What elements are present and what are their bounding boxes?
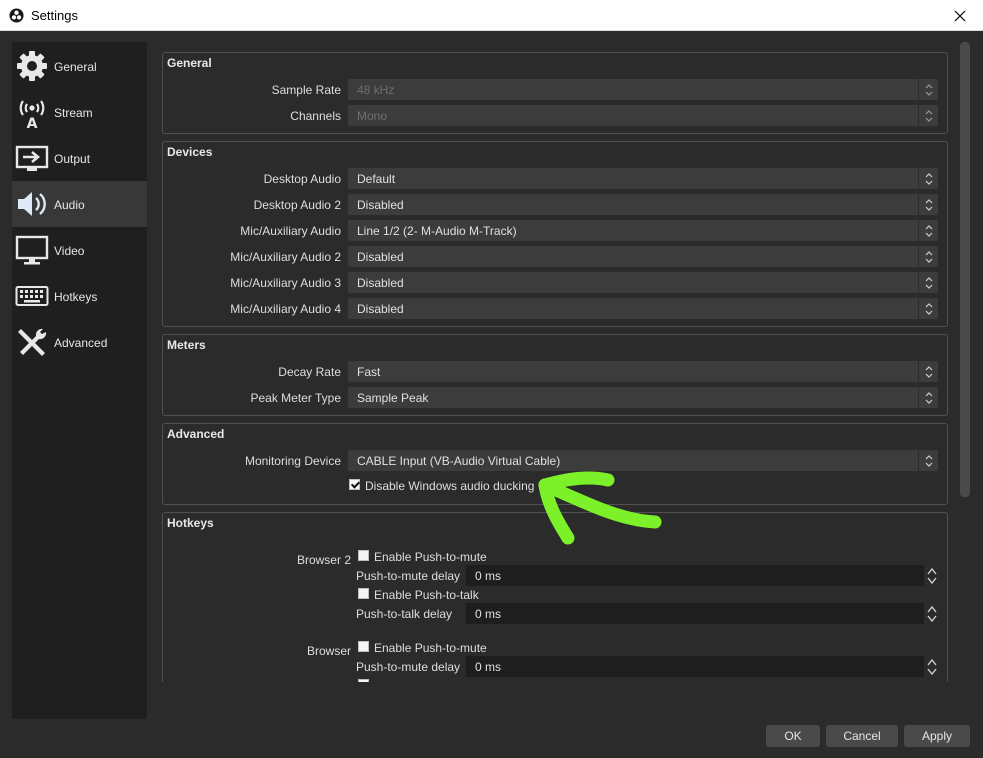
monitoring-device-label: Monitoring Device <box>244 454 341 468</box>
group-title: Devices <box>167 145 213 159</box>
sidebar-item-label: Video <box>54 244 85 258</box>
group-title: Hotkeys <box>167 516 214 530</box>
device-label: Mic/Auxiliary Audio 4 <box>230 302 341 316</box>
group-general: General Sample Rate 48 kHz Channels Mono <box>162 52 948 134</box>
gear-icon <box>17 51 47 81</box>
group-advanced: Advanced Monitoring Device CABLE Input (… <box>162 423 948 505</box>
sidebar-item-general[interactable]: General <box>12 43 147 89</box>
group-hotkeys: Hotkeys Browser 2 Enable Push-to-mute Pu… <box>162 512 948 682</box>
window-title: Settings <box>31 8 78 23</box>
sidebar-item-output[interactable]: Output <box>12 135 147 181</box>
sidebar-item-label: General <box>54 60 97 74</box>
combo-arrows-icon <box>918 361 938 382</box>
content-scrollbar[interactable] <box>960 42 970 682</box>
sidebar-item-hotkeys[interactable]: Hotkeys <box>12 273 147 319</box>
push-to-talk-checkbox[interactable] <box>358 679 369 682</box>
group-title: Meters <box>167 338 206 352</box>
mic-aux-audio-2-select[interactable]: Disabled <box>348 246 938 267</box>
monitoring-device-select[interactable]: CABLE Input (VB-Audio Virtual Cable) <box>348 450 938 471</box>
settings-sidebar: General A Stream Output Audio Video Hotk… <box>12 42 147 719</box>
hotkey-source-name: Browser <box>306 644 351 658</box>
sidebar-item-stream[interactable]: A Stream <box>12 89 147 135</box>
output-icon <box>15 145 49 171</box>
channels-select[interactable]: Mono <box>348 105 938 126</box>
combo-arrows-icon <box>918 79 938 100</box>
device-label: Mic/Auxiliary Audio <box>240 224 341 238</box>
broadcast-icon: A <box>19 100 45 129</box>
decay-rate-label: Decay Rate <box>278 365 341 379</box>
scrollbar-thumb[interactable] <box>960 42 970 497</box>
close-icon <box>954 10 966 21</box>
sidebar-item-audio[interactable]: Audio <box>12 181 147 227</box>
mic-aux-audio-select[interactable]: Line 1/2 (2- M-Audio M-Track) <box>348 220 938 241</box>
push-to-talk-checkbox[interactable] <box>358 588 369 599</box>
cancel-button[interactable]: Cancel <box>826 725 898 747</box>
sidebar-item-label: Hotkeys <box>54 290 98 304</box>
push-to-mute-checkbox[interactable] <box>358 641 369 652</box>
push-to-mute-delay-label: Push-to-mute delay <box>356 660 461 674</box>
push-to-mute-delay-input[interactable]: 0 ms <box>466 565 940 586</box>
sidebar-item-label: Audio <box>54 198 85 212</box>
spin-arrows-icon[interactable] <box>924 656 940 677</box>
ok-button[interactable]: OK <box>766 725 820 747</box>
disable-ducking-label[interactable]: Disable Windows audio ducking <box>365 479 534 493</box>
device-label: Mic/Auxiliary Audio 2 <box>230 250 341 264</box>
device-label: Desktop Audio 2 <box>253 198 341 212</box>
group-title: Advanced <box>167 427 225 441</box>
combo-arrows-icon <box>918 387 938 408</box>
push-to-mute-delay-input[interactable]: 0 ms <box>466 656 940 677</box>
combo-arrows-icon <box>918 450 938 471</box>
combo-arrows-icon <box>918 298 938 319</box>
push-to-talk-delay-label: Push-to-talk delay <box>356 607 453 621</box>
push-to-mute-label[interactable]: Enable Push-to-mute <box>374 641 487 655</box>
push-to-mute-label[interactable]: Enable Push-to-mute <box>374 550 487 564</box>
combo-arrows-icon <box>918 168 938 189</box>
push-to-talk-delay-input[interactable]: 0 ms <box>466 603 940 624</box>
combo-arrows-icon <box>918 246 938 267</box>
device-label: Desktop Audio <box>263 172 341 186</box>
decay-rate-select[interactable]: Fast <box>348 361 938 382</box>
group-title: General <box>167 56 212 70</box>
spin-arrows-icon[interactable] <box>924 565 940 586</box>
sample-rate-label: Sample Rate <box>271 83 341 97</box>
keyboard-icon <box>15 286 49 306</box>
close-button[interactable] <box>937 0 983 31</box>
combo-arrows-icon <box>918 220 938 241</box>
title-bar: Settings <box>0 0 983 31</box>
device-label: Mic/Auxiliary Audio 3 <box>230 276 341 290</box>
monitor-icon <box>15 235 49 265</box>
sidebar-item-label: Output <box>54 152 91 166</box>
settings-content: General Sample Rate 48 kHz Channels Mono… <box>152 42 957 682</box>
desktop-audio-select[interactable]: Default <box>348 168 938 189</box>
sidebar-item-label: Stream <box>54 106 93 120</box>
push-to-mute-delay-label: Push-to-mute delay <box>356 569 461 583</box>
push-to-talk-label[interactable]: Enable Push-to-talk <box>374 588 479 602</box>
mic-aux-audio-3-select[interactable]: Disabled <box>348 272 938 293</box>
sidebar-item-video[interactable]: Video <box>12 227 147 273</box>
push-to-mute-checkbox[interactable] <box>358 550 369 561</box>
speaker-icon <box>18 192 46 216</box>
hotkey-source-name: Browser 2 <box>296 553 351 567</box>
mic-aux-audio-4-select[interactable]: Disabled <box>348 298 938 319</box>
svg-text:A: A <box>27 116 38 129</box>
combo-arrows-icon <box>918 272 938 293</box>
combo-arrows-icon <box>918 194 938 215</box>
group-devices: Devices Desktop Audio Default Desktop Au… <box>162 141 948 327</box>
spin-arrows-icon[interactable] <box>924 603 940 624</box>
apply-button[interactable]: Apply <box>904 725 970 747</box>
obs-logo-icon <box>9 8 24 23</box>
peak-meter-type-select[interactable]: Sample Peak <box>348 387 938 408</box>
combo-arrows-icon <box>918 105 938 126</box>
sample-rate-select[interactable]: 48 kHz <box>348 79 938 100</box>
sidebar-item-advanced[interactable]: Advanced <box>12 319 147 365</box>
sidebar-item-label: Advanced <box>54 336 108 350</box>
channels-label: Channels <box>290 109 341 123</box>
peak-meter-type-label: Peak Meter Type <box>250 391 342 405</box>
desktop-audio-2-select[interactable]: Disabled <box>348 194 938 215</box>
group-meters: Meters Decay Rate Fast Peak Meter Type S… <box>162 334 948 416</box>
disable-ducking-checkbox[interactable] <box>349 479 360 490</box>
tools-icon <box>18 328 47 356</box>
